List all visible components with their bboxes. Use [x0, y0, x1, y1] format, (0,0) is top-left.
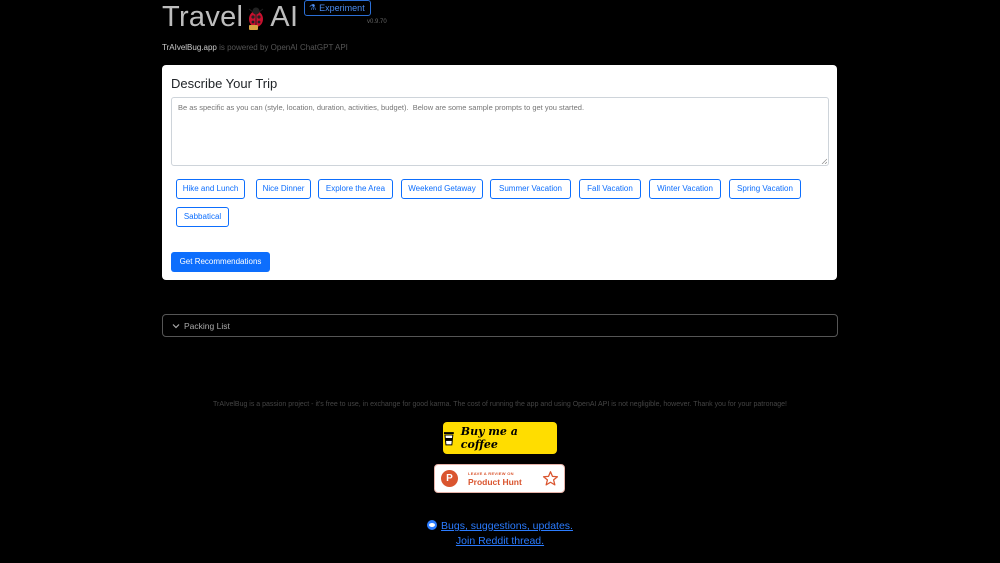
app-title-part1: Travel [162, 1, 244, 33]
bugs-suggestions-link[interactable]: Bugs, suggestions, updates. [441, 520, 573, 532]
card-title: Describe Your Trip [171, 76, 278, 91]
prompt-chip-hike-and-lunch[interactable]: Hike and Lunch [176, 179, 245, 199]
get-recommendations-button[interactable]: Get Recommendations [171, 252, 270, 272]
prompt-chip-fall-vacation[interactable]: Fall Vacation [579, 179, 641, 199]
flask-icon: ⚗ [309, 3, 317, 12]
join-reddit-link[interactable]: Join Reddit thread. [456, 535, 544, 547]
prompt-chip-spring-vacation[interactable]: Spring Vacation [729, 179, 801, 199]
product-hunt-logo-icon: P [441, 470, 458, 487]
trip-description-input[interactable] [171, 97, 829, 166]
prompt-chip-nice-dinner[interactable]: Nice Dinner [256, 179, 311, 199]
coffee-label: Buy me a coffee [460, 425, 518, 451]
resize-grip-icon[interactable] [821, 158, 827, 164]
powered-by-text: TrAIvelBug.app is powered by OpenAI Chat… [162, 43, 348, 52]
prompt-chip-winter-vacation[interactable]: Winter Vacation [649, 179, 721, 199]
prompt-chip-explore-the-area[interactable]: Explore the Area [318, 179, 393, 199]
product-hunt-caption: LEAVE A REVIEW ON [468, 470, 514, 476]
version-label: v0.9.70 [367, 19, 387, 25]
prompt-chip-summer-vacation[interactable]: Summer Vacation [490, 179, 571, 199]
community-links: Bugs, suggestions, updates. Join Reddit … [0, 519, 1000, 549]
reddit-icon [427, 520, 438, 530]
packing-list-label: Packing List [184, 320, 230, 331]
packing-list-toggle[interactable]: Packing List [162, 314, 838, 337]
brand: Travel AI [162, 0, 298, 36]
buy-me-a-coffee-button[interactable]: Buy me a coffee [443, 422, 557, 454]
experiment-badge[interactable]: ⚗ Experiment [304, 0, 371, 16]
star-icon [542, 471, 559, 486]
ladybug-icon [245, 5, 267, 31]
product-hunt-badge[interactable]: P LEAVE A REVIEW ON Product Hunt [434, 464, 565, 493]
product-hunt-text: LEAVE A REVIEW ON Product Hunt [468, 471, 522, 487]
trip-card: Describe Your Trip Hike and Lunch Nice D… [162, 65, 837, 280]
coffee-cup-icon [443, 432, 454, 446]
powered-by-suffix: is powered by OpenAI ChatGPT API [216, 43, 348, 52]
app-title-part2: AI [270, 1, 299, 33]
chevron-down-icon [172, 323, 180, 328]
prompt-chip-weekend-getaway[interactable]: Weekend Getaway [401, 179, 483, 199]
product-hunt-name: Product Hunt [468, 476, 522, 487]
site-name: TrAIvelBug.app [162, 43, 217, 52]
prompt-chip-sabbatical[interactable]: Sabbatical [176, 207, 229, 227]
footer-notice: TrAIvelBug is a passion project - it's f… [213, 401, 787, 408]
experiment-badge-label: Experiment [319, 3, 365, 13]
